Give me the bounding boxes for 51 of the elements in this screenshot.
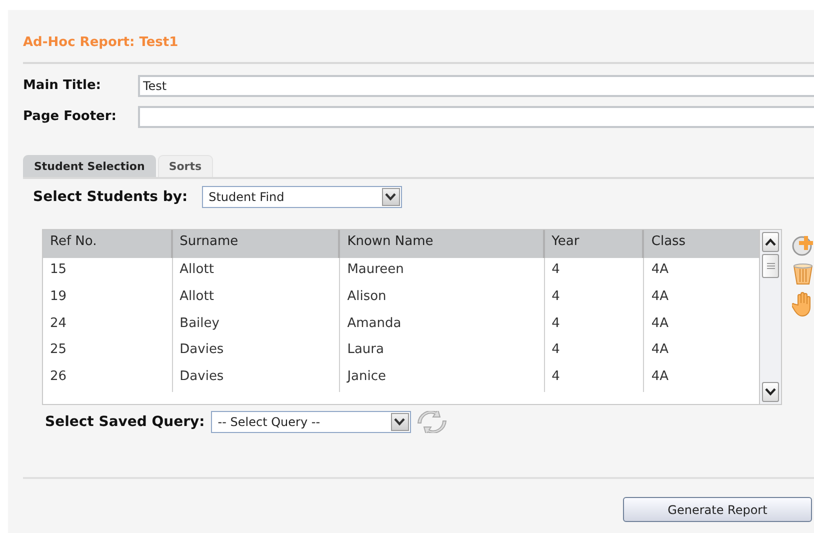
table-cell: Laura [340, 338, 545, 366]
table-cell-text: 4A [650, 341, 670, 360]
table-cell: 26 [43, 365, 173, 392]
scroll-up-icon[interactable] [765, 238, 776, 246]
query-dropdown[interactable]: -- Select Query -- [210, 411, 411, 433]
table-cell-text: 4A [650, 368, 670, 386]
table-cell: 19 [43, 284, 173, 312]
column-header[interactable]: Known Name [340, 230, 545, 258]
input-field[interactable]: Test [138, 74, 814, 96]
saved-query-label: Select Saved Query: [45, 414, 205, 430]
trash-icon[interactable] [792, 262, 814, 286]
table-cell: Alison [340, 284, 545, 312]
refresh-icon[interactable] [416, 411, 447, 433]
table-cell: 25 [43, 338, 173, 366]
scrollbar[interactable] [760, 229, 782, 405]
report-title: Ad-Hoc Report: Test1 [23, 35, 180, 52]
column-header[interactable]: Ref No. [43, 230, 173, 258]
tab[interactable]: Student Selection [23, 155, 156, 177]
table-cell: 4 [544, 312, 644, 338]
table-cell: 4 [544, 338, 644, 366]
table-cell: Allott [172, 258, 340, 285]
table-cell: Davies [172, 365, 340, 392]
table-cell: 4 [544, 284, 644, 312]
scroll-down-icon[interactable] [765, 388, 776, 396]
students-dropdown[interactable]: Student Find [202, 186, 402, 208]
table-cell: Janice [340, 365, 545, 392]
caret-icon[interactable] [385, 193, 396, 201]
table-cell: Amanda [340, 312, 545, 338]
table-cell-text: 4A [650, 261, 670, 279]
table-cell: Allott [172, 284, 340, 312]
table-cell: Bailey [172, 312, 340, 338]
tab[interactable]: Sorts [158, 155, 213, 177]
table-cell: 15 [43, 258, 173, 285]
table-cell: Davies [172, 338, 340, 366]
table-cell: 24 [43, 312, 173, 338]
table-cell-text: 4A [650, 288, 670, 306]
column-header[interactable]: Year [544, 230, 644, 258]
table-cell-text: 4A [650, 314, 670, 333]
field-label: Page Footer: [23, 109, 118, 124]
column-header[interactable]: Class [644, 230, 760, 258]
generate-report-button[interactable]: Generate Report [623, 497, 812, 522]
input-field[interactable] [138, 106, 814, 128]
table-cell: 4 [544, 365, 644, 392]
table-cell: Maureen [340, 258, 545, 285]
add-icon[interactable] [792, 233, 814, 257]
table-cell: 4 [544, 258, 644, 285]
column-header[interactable]: Surname [172, 230, 340, 258]
grip-icon[interactable] [766, 262, 775, 270]
field-label: Main Title: [23, 78, 102, 93]
select-label: Select Students by: [33, 189, 188, 205]
caret-icon[interactable] [394, 418, 406, 426]
